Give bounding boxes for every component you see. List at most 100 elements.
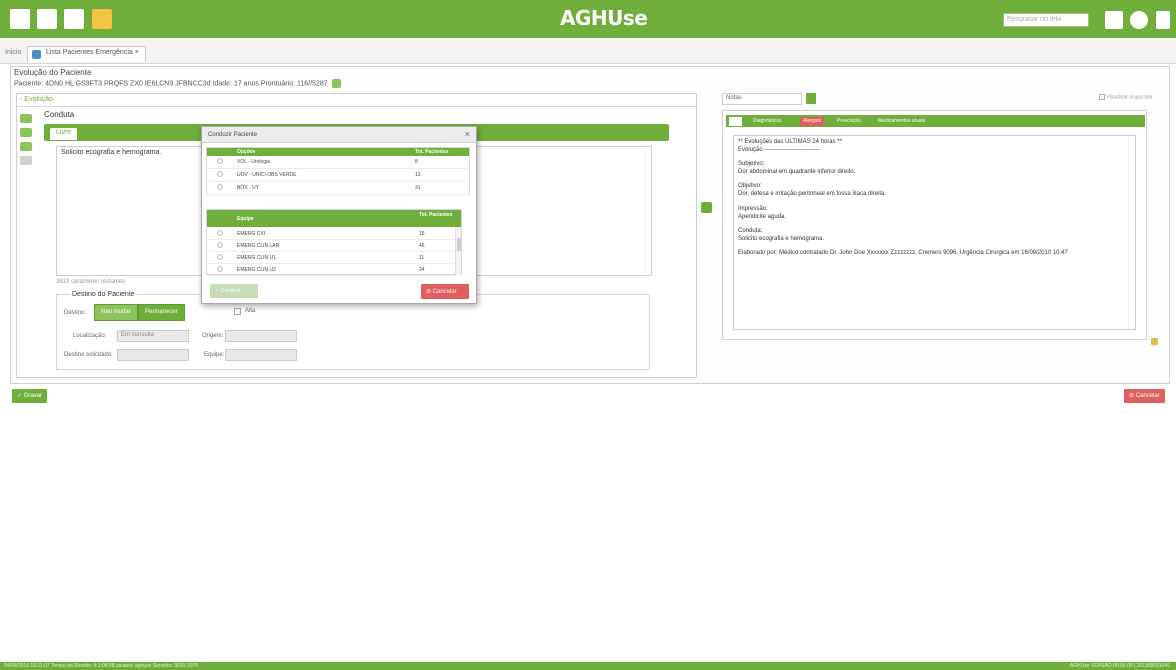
version-info: AGHUse VERSÃO 00.00.00 | 201909091045 (1069, 663, 1170, 669)
alta-label: Alta (245, 308, 256, 314)
team-row[interactable]: EMERG CLIN U2 24 (207, 264, 455, 276)
side-button-3[interactable] (20, 142, 32, 151)
patient-info-icon[interactable] (331, 79, 341, 88)
menu-icon[interactable] (10, 9, 30, 29)
specialty-name: BOX - UY (237, 185, 259, 191)
team-count: 46 (419, 243, 425, 249)
patient-info-text: Paciente: 4DN0 HL GS9FT3 PRQFS ZX0 IE6LC… (14, 80, 328, 88)
specialty-radio[interactable] (217, 184, 223, 190)
equipe-label: Equipe: (204, 352, 225, 358)
team-row[interactable]: EMERG CLIN U1 11 (207, 252, 455, 264)
tab-lista-pacientes[interactable]: Lista Pacientes Emergência × (27, 46, 146, 62)
user-icon[interactable] (1130, 11, 1148, 29)
notes-select[interactable]: Notas (722, 93, 802, 105)
specialty-row[interactable]: VOL - Urologia 8 (207, 156, 469, 169)
select-add-button[interactable] (806, 93, 816, 104)
team-radio[interactable] (217, 254, 223, 260)
evolution-history-text[interactable]: ** Evoluções das ÚLTIMAS 24 horas ** Evol… (733, 135, 1136, 330)
evolution-line: Apendicite aguda. (738, 213, 787, 220)
evolution-line: Objetivo: (738, 183, 762, 190)
visualizar-ocupa-tela[interactable]: Visualizar ocupa tela (1099, 94, 1152, 100)
alta-checkbox[interactable] (234, 308, 241, 315)
tab-evolucoes-icon[interactable] (729, 117, 742, 126)
evolution-line: Subjetivo: (738, 161, 765, 168)
evolution-toggle[interactable]: - Evolução (20, 96, 53, 103)
side-button-4[interactable] (20, 156, 32, 165)
destino-solicitado-field[interactable] (117, 349, 189, 361)
specialty-row[interactable]: UOV - UNICI OBS VERDE 13 (207, 169, 469, 182)
resize-icon[interactable] (1151, 338, 1158, 345)
team-count: 24 (419, 267, 425, 273)
destino-label: Destino: (64, 310, 87, 316)
side-button-2[interactable] (20, 128, 32, 137)
specialty-radio[interactable] (217, 171, 223, 177)
logo-icon[interactable] (92, 9, 112, 29)
sync-icon[interactable] (701, 202, 712, 213)
tab-medicamentos[interactable]: Medicamentos atuais (875, 117, 928, 126)
nao-mudar-button[interactable]: Nao mudar (94, 304, 138, 321)
permanecer-button[interactable]: Permanecer (138, 304, 185, 321)
app-title: AGHUse (560, 6, 648, 30)
specialty-name: VOL - Urologia (237, 159, 270, 165)
apps-icon[interactable] (1105, 11, 1123, 29)
evolution-lines: ** Evoluções das ÚLTIMAS 24 horas ** Evol… (738, 138, 1131, 257)
evolution-line: Conduta: (738, 227, 763, 234)
conduzir-button[interactable]: ✓ Conduzir (210, 284, 258, 298)
divider (16, 106, 697, 107)
teams-header-equipe: Equipe (237, 216, 254, 222)
evolution-line: Dor abdominal em quadrante inferior dire… (738, 169, 856, 176)
tab-livre[interactable]: Livre (50, 128, 78, 140)
tab-icon (32, 50, 41, 59)
specialty-radio[interactable] (217, 158, 223, 164)
grid-icon[interactable] (64, 9, 84, 29)
close-icon[interactable]: × (465, 129, 470, 139)
session-info: 04/09/2019 16:11:07 Tempo da Sessão: 4:1… (4, 663, 199, 669)
evolution-line: ** Evoluções das ÚLTIMAS 24 horas ** (738, 139, 842, 145)
team-name: EMERG CXI (237, 231, 266, 237)
origem-label: Origem: (202, 333, 224, 339)
editor-scrollbar[interactable] (645, 147, 651, 275)
specialty-name: UOV - UNICI OBS VERDE (237, 172, 297, 178)
history-scrollbar[interactable] (1128, 136, 1135, 329)
localizacao-label: Localização: (73, 333, 107, 339)
equipe-field[interactable] (225, 349, 297, 361)
specialties-header-total: Tot. Pacientes (415, 149, 449, 155)
cancelar-button[interactable]: ⊘ Cancelar (1124, 389, 1165, 403)
visualizar-checkbox[interactable] (1099, 94, 1105, 100)
tab-prescricao[interactable]: Prescrição (834, 117, 864, 126)
conduta-text: Solicito ecografia e hemograma. (61, 149, 162, 156)
teams-header-total: Tot. Pacientes (419, 212, 453, 218)
team-count: 11 (419, 255, 425, 261)
team-row[interactable]: EMERG CXI 15 (207, 228, 455, 240)
chars-remaining: 3819 caracteres restantes (56, 279, 126, 285)
specialty-count: 31 (415, 185, 421, 191)
side-button-1[interactable] (20, 114, 32, 123)
evolution-line: Solicito ecografia e hemograma. (738, 235, 825, 242)
localizacao-field[interactable]: Em consulta (117, 330, 189, 342)
destino-title: Destino do Paciente (70, 291, 137, 298)
tab-bar: Inicio Lista Pacientes Emergência × (0, 38, 1176, 64)
top-bar: AGHUse Pesquisar no tela (0, 0, 1176, 38)
tab-label: Lista Pacientes Emergência × (46, 49, 139, 56)
teams-grid: Equipe Tot. Pacientes EMERG CXI 15 EMERG C… (206, 209, 462, 276)
status-bar: 04/09/2019 16:11:07 Tempo da Sessão: 4:1… (0, 662, 1176, 670)
teams-scrollbar[interactable] (455, 227, 461, 275)
dialog-title: Conduzir Paciente (208, 132, 258, 138)
search-input[interactable]: Pesquisar no tela (1003, 13, 1089, 27)
logout-icon[interactable] (1156, 11, 1170, 29)
teams-scroll-thumb[interactable] (457, 238, 461, 251)
gravar-button[interactable]: ✓ Gravar (12, 389, 48, 403)
evolution-line: Impressão: (738, 205, 768, 212)
tab-home[interactable]: Inicio (5, 49, 21, 56)
dialog-cancelar-button[interactable]: ⊘ Cancelar (421, 284, 469, 299)
team-radio[interactable] (217, 242, 223, 248)
origem-field[interactable] (225, 330, 297, 342)
specialty-row[interactable]: BOX - UY 31 (207, 182, 469, 195)
team-count: 15 (419, 231, 425, 237)
team-row[interactable]: EMERG CLIN LAR 46 (207, 240, 455, 252)
favorites-icon[interactable] (37, 9, 57, 29)
team-radio[interactable] (217, 230, 223, 236)
tab-diagnosticos[interactable]: Diagnósticos (750, 117, 785, 126)
team-radio[interactable] (217, 266, 223, 272)
tab-alergias[interactable]: Alergias (800, 117, 825, 126)
